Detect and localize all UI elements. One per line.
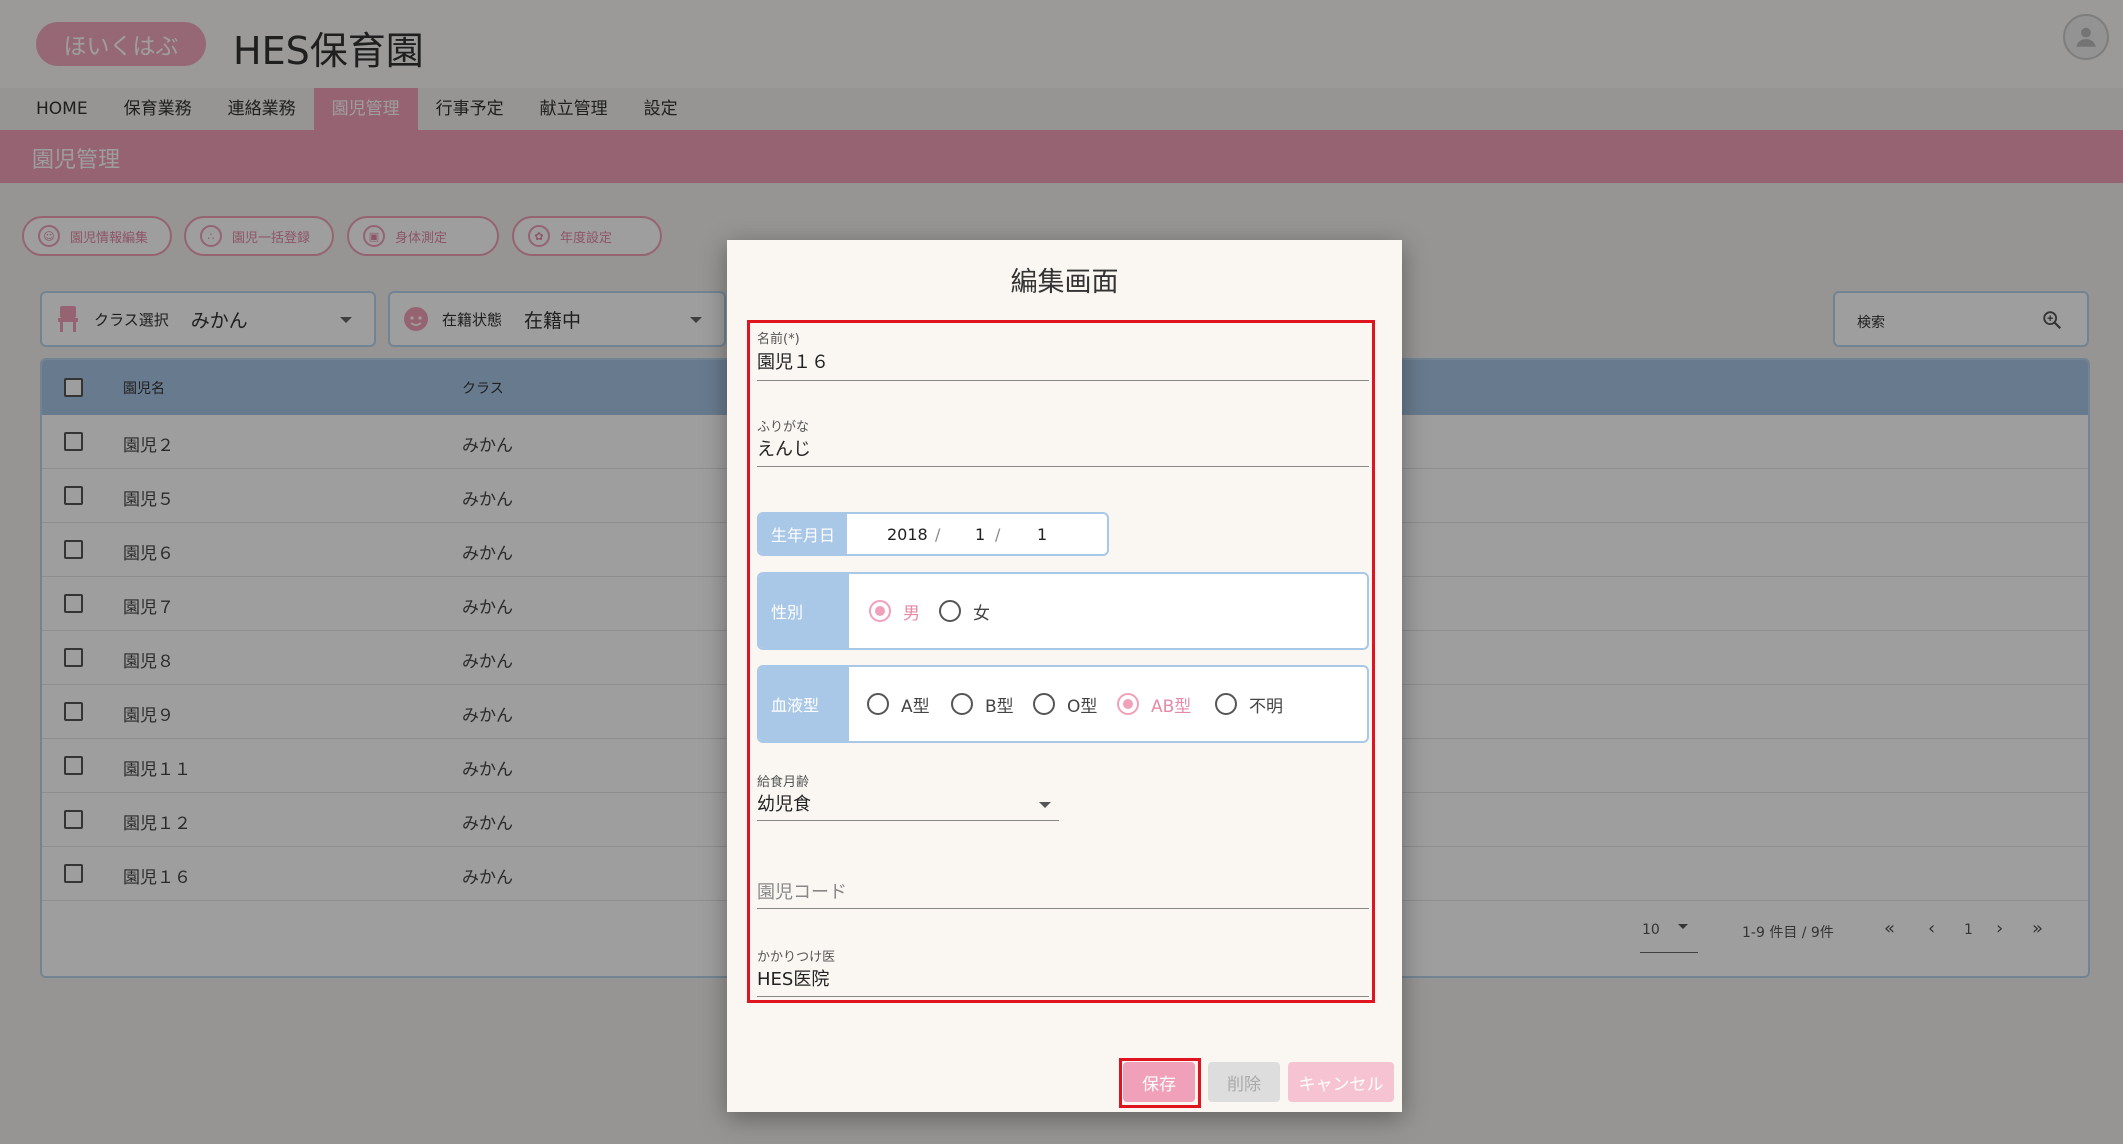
blood-type-group: 血液型 A型 B型 O型 AB型 不明 (757, 665, 1369, 743)
radio-icon (869, 600, 891, 622)
blood-radio-b[interactable]: B型 (951, 667, 1014, 741)
dialog-title: 編集画面 (1010, 267, 1119, 298)
name-field[interactable]: 園児１６ (757, 348, 829, 374)
radio-icon (951, 693, 973, 715)
cancel-button[interactable]: キャンセル (1288, 1062, 1394, 1102)
child-code-input[interactable]: 園児コード (757, 878, 847, 904)
blood-radio-o[interactable]: O型 (1033, 667, 1097, 741)
radio-icon (1215, 693, 1237, 715)
blood-radio-unknown[interactable]: 不明 (1215, 667, 1283, 741)
name-underline (757, 380, 1369, 381)
furigana-underline (757, 466, 1369, 467)
furigana-label: ふりがな (757, 420, 810, 435)
blood-option-label: 不明 (1249, 696, 1283, 717)
meal-age-label: 給食月齢 (757, 775, 810, 790)
blood-radio-a[interactable]: A型 (867, 667, 930, 741)
date-separator: / (935, 525, 941, 544)
furigana-field[interactable]: えんじ (757, 435, 811, 461)
edit-dialog: 編集画面 名前(*) 園児１６ ふりがな えんじ 生年月日 2018 / 1 /… (727, 240, 1402, 1112)
radio-icon (1033, 693, 1055, 715)
radio-icon (867, 693, 889, 715)
name-label: 名前(*) (757, 332, 800, 347)
blood-radio-ab[interactable]: AB型 (1117, 667, 1191, 741)
dob-field: 生年月日 2018 / 1 / 1 (757, 512, 1109, 556)
gender-radio-female[interactable]: 女 (939, 574, 990, 648)
blood-option-label: O型 (1067, 696, 1098, 717)
meal-age-select[interactable]: 幼児食 (757, 790, 811, 816)
radio-icon (1117, 693, 1139, 715)
radio-icon (939, 600, 961, 622)
blood-type-label: 血液型 (759, 667, 849, 741)
gender-group: 性別 男 女 (757, 572, 1369, 650)
gender-radio-male[interactable]: 男 (869, 574, 920, 648)
doctor-underline (757, 996, 1369, 997)
dob-label: 生年月日 (759, 514, 847, 554)
blood-option-label: A型 (901, 696, 930, 717)
dob-day[interactable]: 1 (1037, 525, 1047, 544)
save-button[interactable]: 保存 (1123, 1062, 1195, 1102)
dob-month[interactable]: 1 (975, 525, 985, 544)
date-separator: / (995, 525, 1001, 544)
dob-year[interactable]: 2018 (887, 525, 928, 544)
doctor-field[interactable]: HES医院 (757, 965, 829, 991)
doctor-label: かかりつけ医 (757, 950, 836, 965)
child-code-underline (757, 908, 1369, 909)
gender-option-label: 女 (973, 603, 990, 624)
chevron-down-icon (1039, 802, 1051, 808)
blood-option-label: AB型 (1151, 696, 1192, 717)
delete-button[interactable]: 削除 (1208, 1062, 1280, 1102)
blood-option-label: B型 (985, 696, 1014, 717)
gender-option-label: 男 (903, 603, 920, 624)
gender-label: 性別 (759, 574, 849, 648)
meal-age-underline (757, 820, 1059, 821)
